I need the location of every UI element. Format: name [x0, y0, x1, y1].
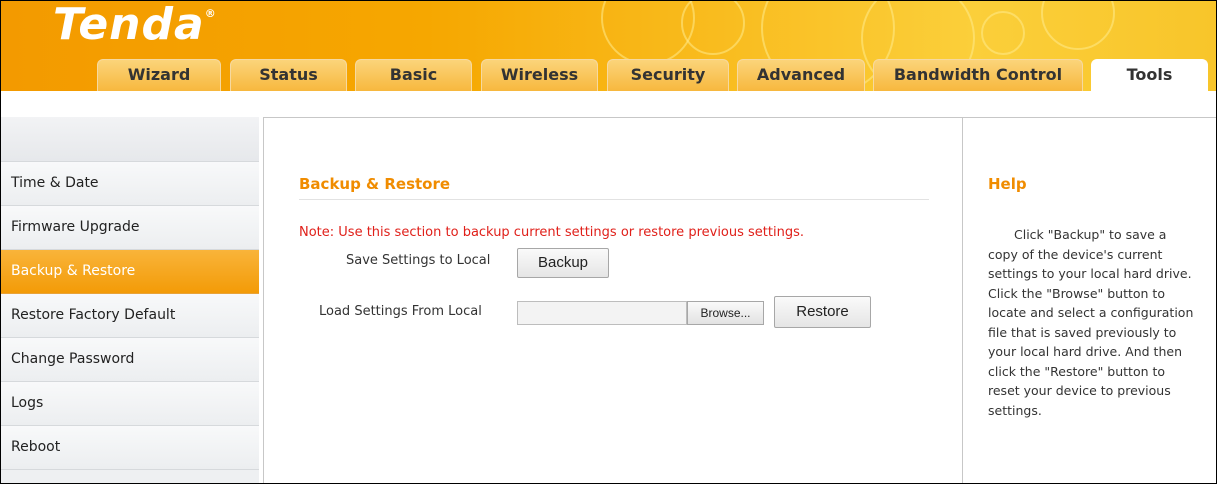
decor-bubble [601, 1, 695, 65]
decor-bubble [981, 11, 1025, 55]
help-text: Click "Backup" to save a copy of the dev… [988, 227, 1194, 418]
tab-bandwidth-control[interactable]: Bandwidth Control [873, 59, 1083, 91]
tab-status[interactable]: Status [230, 59, 347, 91]
tab-label: Wizard [127, 65, 191, 84]
sub-nav-bar [1, 91, 1216, 117]
browse-button[interactable]: Browse... [687, 301, 764, 325]
sidebar-item-restore-factory-default[interactable]: Restore Factory Default [1, 294, 259, 338]
help-title: Help [988, 175, 1027, 193]
restore-button[interactable]: Restore [774, 296, 871, 328]
main-content: Backup & Restore Note: Use this section … [263, 117, 963, 483]
logo-text: Tenda [53, 1, 205, 50]
sidebar-item-backup-restore[interactable]: Backup & Restore [1, 250, 259, 294]
tab-label: Advanced [756, 65, 846, 84]
sidebar-item-label: Change Password [11, 351, 135, 367]
tab-wireless[interactable]: Wireless [481, 59, 598, 91]
sidebar: Time & Date Firmware Upgrade Backup & Re… [1, 117, 259, 483]
tenda-logo: Tenda® [53, 1, 217, 50]
tab-security[interactable]: Security [607, 59, 729, 91]
save-settings-label: Save Settings to Local [346, 253, 491, 268]
tab-advanced[interactable]: Advanced [737, 59, 865, 91]
sidebar-item-logs[interactable]: Logs [1, 382, 259, 426]
file-path-field[interactable] [517, 301, 687, 325]
sidebar-item-firmware-upgrade[interactable]: Firmware Upgrade [1, 206, 259, 250]
sidebar-item-label: Firmware Upgrade [11, 219, 140, 235]
tab-wizard[interactable]: Wizard [97, 59, 221, 91]
backup-button[interactable]: Backup [517, 248, 609, 278]
router-admin-window: Tenda® Wizard Status Basic Wireless Secu… [0, 0, 1217, 484]
tab-label: Tools [1126, 65, 1173, 84]
tab-label: Security [630, 65, 706, 84]
logo-trademark: ® [204, 7, 217, 20]
decor-bubble [681, 1, 745, 55]
note-text: Note: Use this section to backup current… [299, 225, 805, 240]
decor-bubble [1041, 1, 1115, 50]
sidebar-item-label: Restore Factory Default [11, 307, 176, 323]
sidebar-item-reboot[interactable]: Reboot [1, 426, 259, 470]
tab-basic[interactable]: Basic [355, 59, 472, 91]
tab-label: Basic [389, 65, 438, 84]
sidebar-item-time-date[interactable]: Time & Date [1, 162, 259, 206]
help-panel: Help Click "Backup" to save a copy of th… [963, 117, 1216, 483]
tab-tools[interactable]: Tools [1091, 59, 1208, 91]
top-nav-tabs: Wizard Status Basic Wireless Security Ad… [1, 59, 1216, 91]
load-settings-label: Load Settings From Local [319, 304, 482, 319]
sidebar-item-change-password[interactable]: Change Password [1, 338, 259, 382]
page-title: Backup & Restore [299, 175, 929, 200]
sidebar-item-label: Reboot [11, 439, 61, 455]
tab-label: Wireless [500, 65, 579, 84]
tab-label: Status [259, 65, 318, 84]
sidebar-header [1, 117, 259, 162]
sidebar-item-label: Time & Date [11, 175, 99, 191]
header-banner: Tenda® Wizard Status Basic Wireless Secu… [1, 1, 1216, 91]
sidebar-item-label: Logs [11, 395, 44, 411]
sidebar-item-label: Backup & Restore [11, 263, 136, 279]
tab-label: Bandwidth Control [893, 65, 1063, 84]
